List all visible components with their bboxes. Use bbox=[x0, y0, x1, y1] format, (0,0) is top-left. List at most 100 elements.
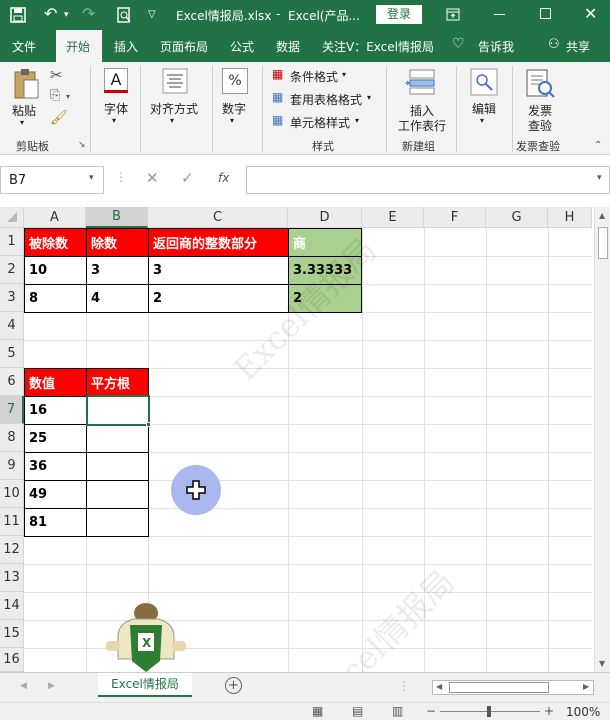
row-header[interactable]: 14 bbox=[0, 592, 24, 620]
horizontal-scroll-thumb[interactable] bbox=[449, 682, 549, 693]
row-header[interactable]: 1 bbox=[0, 228, 24, 256]
tab-page-layout[interactable]: 页面布局 bbox=[160, 38, 208, 55]
fx-icon[interactable]: fx bbox=[218, 171, 229, 185]
zoom-in-icon[interactable]: + bbox=[544, 704, 554, 718]
table1-header-dividend[interactable]: 被除数 bbox=[24, 228, 87, 257]
paste-label[interactable]: 粘贴 bbox=[12, 102, 36, 119]
number-format-icon[interactable]: % bbox=[222, 68, 248, 94]
row-header[interactable]: 8 bbox=[0, 424, 24, 452]
row-header-selected[interactable]: 7 bbox=[0, 396, 24, 424]
table2-header-sqrt[interactable]: 平方根 bbox=[86, 368, 149, 397]
formula-input[interactable]: ▾ bbox=[246, 166, 610, 194]
copy-icon[interactable]: ⎘ bbox=[50, 88, 60, 103]
row-header[interactable]: 11 bbox=[0, 508, 24, 536]
cancel-icon[interactable]: ✕ bbox=[146, 169, 159, 187]
font-icon[interactable]: A bbox=[104, 68, 128, 92]
column-header-f[interactable]: F bbox=[424, 207, 486, 228]
conditional-format[interactable]: 条件格式 bbox=[290, 68, 338, 85]
table2-cell[interactable]: 16 bbox=[24, 396, 87, 425]
cell-styles[interactable]: 单元格样式 bbox=[290, 114, 350, 131]
table2-cell[interactable] bbox=[86, 452, 149, 481]
vertical-scroll-thumb[interactable] bbox=[598, 227, 608, 259]
collapse-ribbon-icon[interactable]: ⌃ bbox=[594, 140, 602, 151]
select-all-corner[interactable] bbox=[0, 207, 24, 228]
alignment-icon[interactable] bbox=[162, 68, 188, 94]
column-header-c[interactable]: C bbox=[148, 207, 288, 228]
alignment-label[interactable]: 对齐方式 bbox=[150, 100, 198, 117]
row-header[interactable]: 16 bbox=[0, 648, 24, 672]
undo-icon[interactable]: ↶ bbox=[44, 4, 57, 23]
customize-qat-icon[interactable]: ▽ bbox=[148, 9, 156, 20]
edit-search-icon[interactable] bbox=[470, 68, 498, 96]
table1-cell[interactable]: 3 bbox=[148, 256, 289, 285]
table2-header-value[interactable]: 数值 bbox=[24, 368, 87, 397]
row-header[interactable]: 6 bbox=[0, 368, 24, 396]
scroll-right-icon[interactable]: ▶ bbox=[583, 682, 589, 691]
share-button[interactable]: 共享 bbox=[566, 38, 590, 55]
scroll-up-icon[interactable]: ▲ bbox=[599, 211, 605, 220]
login-button[interactable]: 登录 bbox=[376, 5, 422, 24]
row-header[interactable]: 5 bbox=[0, 340, 24, 368]
table-format-dropdown-icon[interactable]: ▾ bbox=[367, 93, 371, 102]
name-box-dropdown-icon[interactable]: ▾ bbox=[89, 173, 94, 183]
tab-follow[interactable]: 关注V：Excel情报局 bbox=[322, 38, 434, 55]
font-label[interactable]: 字体 bbox=[104, 100, 128, 117]
zoom-out-icon[interactable]: − bbox=[426, 704, 436, 718]
cell-style-dropdown-icon[interactable]: ▾ bbox=[355, 116, 359, 125]
alignment-dropdown-icon[interactable]: ▾ bbox=[170, 116, 174, 125]
sheet-prev-icon[interactable]: ◀ bbox=[20, 681, 27, 691]
normal-view-icon[interactable]: ▦ bbox=[312, 704, 323, 718]
cond-format-dropdown-icon[interactable]: ▾ bbox=[342, 70, 346, 79]
tell-me[interactable]: 告诉我 bbox=[478, 38, 514, 55]
sheet-next-icon[interactable]: ▶ bbox=[48, 681, 55, 691]
table2-cell[interactable]: 25 bbox=[24, 424, 87, 453]
dialog-launcher-icon[interactable]: ↘ bbox=[78, 140, 86, 150]
maximize-icon[interactable] bbox=[540, 8, 551, 19]
horizontal-scrollbar[interactable]: ◀ ▶ bbox=[432, 680, 594, 695]
row-header[interactable]: 12 bbox=[0, 536, 24, 564]
copy-dropdown-icon[interactable]: ▾ bbox=[66, 92, 70, 101]
table2-cell[interactable] bbox=[86, 508, 149, 537]
menu-file[interactable]: 文件 bbox=[12, 38, 36, 55]
row-header[interactable]: 2 bbox=[0, 256, 24, 284]
row-header[interactable]: 4 bbox=[0, 312, 24, 340]
column-header-a[interactable]: A bbox=[24, 207, 86, 228]
row-header[interactable]: 9 bbox=[0, 452, 24, 480]
format-as-table[interactable]: 套用表格格式 bbox=[290, 91, 362, 108]
minimize-icon[interactable] bbox=[494, 14, 505, 15]
add-sheet-icon[interactable]: + bbox=[225, 677, 242, 694]
tab-insert[interactable]: 插入 bbox=[114, 38, 138, 55]
table1-cell[interactable]: 3 bbox=[86, 256, 149, 285]
page-layout-view-icon[interactable]: ▤ bbox=[352, 704, 363, 718]
insert-row-icon[interactable] bbox=[404, 68, 436, 96]
cut-icon[interactable]: ✂ bbox=[50, 66, 63, 84]
table2-cell[interactable]: 81 bbox=[24, 508, 87, 537]
expand-formula-icon[interactable]: ▾ bbox=[597, 173, 602, 183]
paste-dropdown-icon[interactable]: ▾ bbox=[20, 118, 24, 127]
worksheet-grid[interactable]: A B C D E F G H 1 2 3 4 5 6 7 8 9 10 11 … bbox=[0, 207, 610, 720]
tab-home[interactable]: 开始 bbox=[66, 38, 90, 55]
table1-header-quotient-int[interactable]: 返回商的整数部分 bbox=[148, 228, 289, 257]
table2-cell[interactable]: 36 bbox=[24, 452, 87, 481]
row-header[interactable]: 3 bbox=[0, 284, 24, 312]
sheet-tab-active[interactable]: Excel情报局 bbox=[98, 673, 192, 697]
insert-row-label2[interactable]: 工作表行 bbox=[398, 117, 446, 134]
paste-icon[interactable] bbox=[12, 68, 40, 100]
number-label[interactable]: 数字 bbox=[222, 100, 246, 117]
scroll-down-icon[interactable]: ▼ bbox=[599, 659, 605, 668]
table1-header-divisor[interactable]: 除数 bbox=[86, 228, 149, 257]
invoice-check-icon[interactable] bbox=[524, 68, 556, 100]
column-header-g[interactable]: G bbox=[486, 207, 548, 228]
scroll-left-icon[interactable]: ◀ bbox=[436, 682, 442, 691]
column-header-e[interactable]: E bbox=[362, 207, 424, 228]
column-header-h[interactable]: H bbox=[548, 207, 592, 228]
name-box[interactable]: B7 ▾ bbox=[0, 166, 104, 194]
row-header[interactable]: 10 bbox=[0, 480, 24, 508]
close-icon[interactable]: ✕ bbox=[584, 4, 597, 23]
column-header-b[interactable]: B bbox=[86, 207, 148, 228]
print-preview-icon[interactable] bbox=[116, 7, 132, 23]
table2-cell[interactable]: 49 bbox=[24, 480, 87, 509]
row-header[interactable]: 15 bbox=[0, 620, 24, 648]
redo-icon[interactable]: ↷ bbox=[82, 4, 95, 23]
chevron-down-icon[interactable]: ▾ bbox=[64, 10, 69, 20]
